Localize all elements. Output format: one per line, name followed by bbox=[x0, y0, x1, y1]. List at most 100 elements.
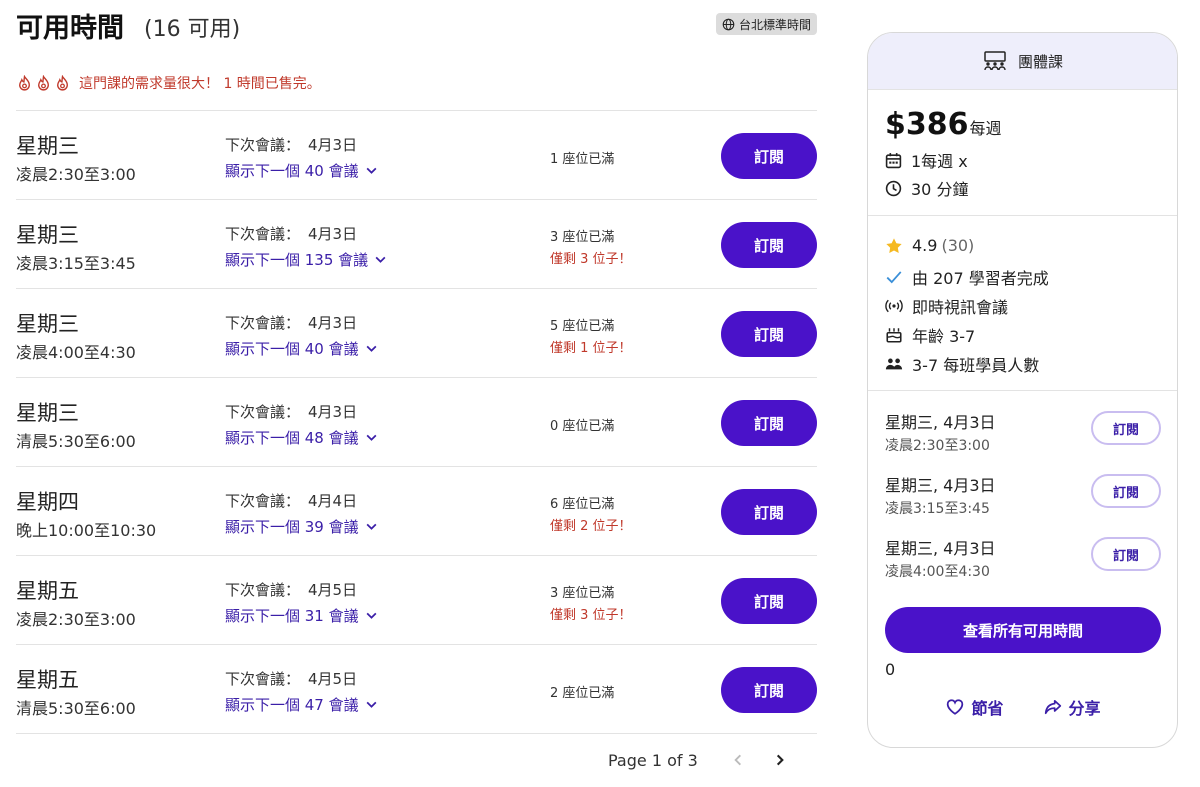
subscribe-button[interactable]: 訂閱 bbox=[721, 400, 817, 446]
timezone-label: 台北標準時間 bbox=[738, 17, 811, 32]
chevron-down-icon bbox=[366, 345, 377, 352]
price: $386 每週 bbox=[885, 107, 1002, 142]
next-meeting-label: 下次會議： bbox=[225, 492, 301, 510]
people-icon bbox=[885, 358, 903, 370]
availability-section: 可用時間 (16 可用) 台北標準時間 這門課的需求量很大！ 1 時間已售完。 … bbox=[16, 0, 817, 770]
show-more-meetings-link[interactable]: 顯示下一個 40 會議 bbox=[225, 160, 378, 181]
view-all-times-button[interactable]: 查看所有可用時間 bbox=[885, 607, 1161, 653]
seats-filled: 1 座位已滿 bbox=[550, 152, 615, 167]
price-unit: 每週 bbox=[969, 119, 1002, 138]
share-icon bbox=[1044, 699, 1061, 715]
class-type-label: 團體課 bbox=[1017, 52, 1063, 71]
chevron-down-icon bbox=[366, 701, 377, 708]
session-subscribe-button[interactable]: 訂閱 bbox=[1091, 411, 1161, 445]
card-actions: 節省 分享 bbox=[868, 695, 1177, 719]
completed-label: 由 207 學習者完成 bbox=[912, 269, 1049, 288]
next-meeting: 下次會議： 4月3日 bbox=[225, 312, 357, 333]
timezone-badge[interactable]: 台北標準時間 bbox=[715, 13, 817, 35]
next-meeting-label: 下次會議： bbox=[225, 225, 301, 243]
show-more-label: 顯示下一個 48 會議 bbox=[225, 429, 359, 447]
checkmark-icon bbox=[886, 271, 902, 284]
row-time: 凌晨3:15至3:45 bbox=[16, 254, 136, 273]
row-time: 晚上10:00至10:30 bbox=[16, 521, 157, 540]
heart-icon bbox=[947, 699, 964, 715]
availability-header: 可用時間 (16 可用) 台北標準時間 bbox=[16, 0, 817, 50]
subscribe-button[interactable]: 訂閱 bbox=[721, 311, 817, 357]
spots-left: 僅剩 2 位子！ bbox=[550, 519, 632, 534]
frequency: 1每週 x bbox=[885, 148, 968, 172]
session-subscribe-button[interactable]: 訂閱 bbox=[1091, 537, 1161, 571]
seats-filled: 6 座位已滿 bbox=[550, 497, 615, 512]
next-meeting-date: 4月5日 bbox=[308, 670, 358, 688]
show-more-label: 顯示下一個 135 會議 bbox=[225, 251, 369, 269]
session-date: 星期三, 4月3日 bbox=[885, 476, 996, 495]
chevron-down-icon bbox=[375, 256, 386, 263]
show-more-label: 顯示下一個 40 會議 bbox=[225, 340, 359, 358]
spots-left: 僅剩 3 位子！ bbox=[550, 252, 632, 267]
subscribe-button[interactable]: 訂閱 bbox=[721, 578, 817, 624]
row-time: 凌晨4:00至4:30 bbox=[16, 343, 136, 362]
subscribe-button[interactable]: 訂閱 bbox=[721, 489, 817, 535]
prev-page-button[interactable] bbox=[728, 750, 748, 770]
enrollment-card: 團體課 $386 每週 1每週 x 30 分鐘 4.9 (30) 由 207 學習… bbox=[867, 32, 1178, 748]
row-day: 星期三 bbox=[16, 312, 79, 336]
show-more-label: 顯示下一個 39 會議 bbox=[225, 518, 359, 536]
share-label: 分享 bbox=[1068, 699, 1101, 718]
age-label: 年齡 3-7 bbox=[912, 327, 976, 346]
seats-filled: 5 座位已滿 bbox=[550, 319, 615, 334]
row-day: 星期四 bbox=[16, 490, 79, 514]
price-amount: $386 bbox=[885, 107, 969, 142]
save-button[interactable]: 節省 bbox=[946, 695, 1004, 719]
group-class-icon bbox=[984, 51, 1006, 71]
show-more-meetings-link[interactable]: 顯示下一個 47 會議 bbox=[225, 694, 378, 715]
show-more-meetings-link[interactable]: 顯示下一個 39 會議 bbox=[225, 516, 378, 537]
calendar-icon bbox=[885, 152, 902, 168]
cake-icon bbox=[886, 328, 902, 343]
row-day: 星期三 bbox=[16, 401, 79, 425]
show-more-label: 顯示下一個 31 會議 bbox=[225, 607, 359, 625]
show-more-meetings-link[interactable]: 顯示下一個 135 會議 bbox=[225, 249, 387, 270]
star-icon bbox=[886, 237, 902, 253]
schedule-row: 星期三 清晨5:30至6:00 下次會議： 4月3日 顯示下一個 48 會議 0 … bbox=[16, 378, 817, 467]
price-section: $386 每週 1每週 x 30 分鐘 bbox=[868, 90, 1177, 216]
session-subscribe-button[interactable]: 訂閱 bbox=[1091, 474, 1161, 508]
session-item: 星期三, 4月3日 凌晨4:00至4:30 訂閱 bbox=[885, 535, 1161, 585]
show-more-label: 顯示下一個 47 會議 bbox=[225, 696, 359, 714]
next-meeting: 下次會議： 4月3日 bbox=[225, 401, 357, 422]
page-indicator: Page 1 of 3 bbox=[608, 750, 698, 770]
chevron-down-icon bbox=[366, 612, 377, 619]
next-meeting-date: 4月3日 bbox=[308, 225, 358, 243]
schedule-row: 星期三 凌晨3:15至3:45 下次會議： 4月3日 顯示下一個 135 會議 3… bbox=[16, 200, 817, 289]
chevron-down-icon bbox=[366, 167, 377, 174]
duration: 30 分鐘 bbox=[885, 176, 968, 200]
flame-icon bbox=[38, 74, 49, 90]
subscribe-button[interactable]: 訂閱 bbox=[721, 133, 817, 179]
row-time: 凌晨2:30至3:00 bbox=[16, 165, 136, 184]
subscribe-button[interactable]: 訂閱 bbox=[721, 667, 817, 713]
next-page-button[interactable] bbox=[770, 750, 790, 770]
schedule-row: 星期五 凌晨2:30至3:00 下次會議： 4月5日 顯示下一個 31 會議 3 … bbox=[16, 556, 817, 645]
next-meeting-date: 4月5日 bbox=[308, 581, 358, 599]
row-day: 星期五 bbox=[16, 668, 79, 692]
save-label: 節省 bbox=[971, 699, 1004, 718]
show-more-meetings-link[interactable]: 顯示下一個 48 會議 bbox=[225, 427, 378, 448]
next-meeting-label: 下次會議： bbox=[225, 670, 301, 688]
seats-filled: 3 座位已滿 bbox=[550, 230, 615, 245]
row-time: 凌晨2:30至3:00 bbox=[16, 610, 136, 629]
class-size: 3-7 每班學員人數 bbox=[885, 352, 1039, 376]
seats-filled: 0 座位已滿 bbox=[550, 419, 615, 434]
next-meeting-label: 下次會議： bbox=[225, 314, 301, 332]
rating-count: (30) bbox=[941, 236, 975, 255]
session-item: 星期三, 4月3日 凌晨2:30至3:00 訂閱 bbox=[885, 409, 1161, 459]
next-meeting: 下次會議： 4月4日 bbox=[225, 490, 357, 511]
show-more-meetings-link[interactable]: 顯示下一個 40 會議 bbox=[225, 338, 378, 359]
seats-filled: 3 座位已滿 bbox=[550, 586, 615, 601]
show-more-label: 顯示下一個 40 會議 bbox=[225, 162, 359, 180]
chevron-right-icon bbox=[776, 754, 784, 766]
format-label: 即時視訊會議 bbox=[912, 298, 1009, 317]
subscribe-button[interactable]: 訂閱 bbox=[721, 222, 817, 268]
rating[interactable]: 4.9 (30) bbox=[885, 236, 974, 255]
show-more-meetings-link[interactable]: 顯示下一個 31 會議 bbox=[225, 605, 378, 626]
share-button[interactable]: 分享 bbox=[1044, 695, 1101, 719]
class-size-label: 3-7 每班學員人數 bbox=[912, 356, 1040, 375]
